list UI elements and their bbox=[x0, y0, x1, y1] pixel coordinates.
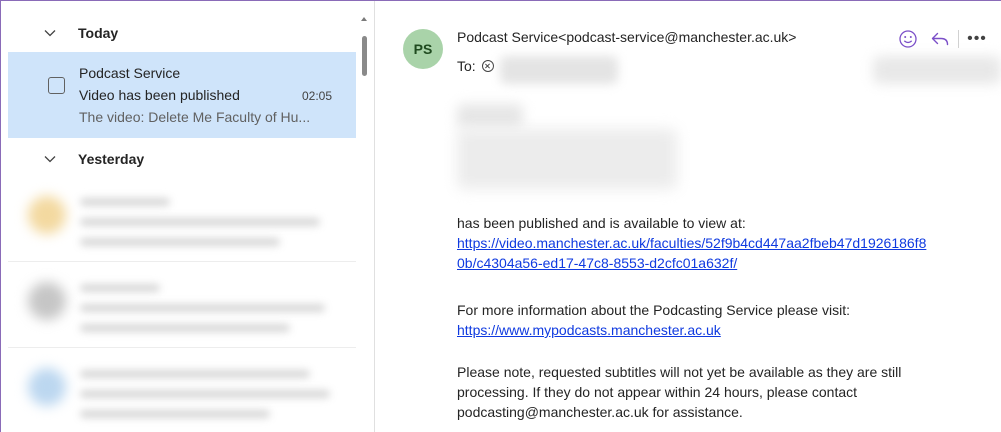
scroll-thumb[interactable] bbox=[362, 36, 367, 76]
message-sender: Podcast Service bbox=[79, 65, 181, 81]
info-text: For more information about the Podcastin… bbox=[457, 302, 850, 318]
message-time: 02:05 bbox=[301, 89, 332, 103]
emoji-reaction-button[interactable] bbox=[894, 25, 922, 53]
avatar bbox=[28, 196, 66, 234]
chevron-down-icon[interactable] bbox=[44, 29, 68, 37]
avatar bbox=[28, 368, 66, 406]
message-subject: Video has been published bbox=[79, 87, 240, 103]
note-text-line3: podcasting@manchester.ac.uk for assistan… bbox=[457, 404, 743, 420]
group-header-yesterday[interactable]: Yesterday bbox=[8, 139, 356, 179]
smiley-icon bbox=[899, 30, 917, 48]
podcasts-link[interactable]: https://www.mypodcasts.manchester.ac.uk bbox=[457, 320, 721, 340]
avatar bbox=[28, 282, 66, 320]
body-redacted bbox=[457, 129, 677, 189]
more-horizontal-icon: ••• bbox=[967, 30, 987, 47]
video-link[interactable]: https://video.manchester.ac.uk/faculties… bbox=[457, 233, 926, 253]
list-item-redacted[interactable] bbox=[8, 176, 356, 262]
message-list: Today Podcast Service Video has been pub… bbox=[8, 1, 356, 432]
toolbar-separator bbox=[958, 30, 959, 48]
scroll-up-arrow[interactable] bbox=[361, 17, 367, 21]
group-label: Yesterday bbox=[78, 151, 145, 167]
from-address[interactable]: Podcast Service<podcast-service@manchest… bbox=[457, 29, 797, 45]
list-item-selected[interactable]: Podcast Service Video has been published… bbox=[8, 52, 356, 138]
group-label: Today bbox=[78, 25, 119, 41]
chevron-down-icon[interactable] bbox=[44, 155, 68, 163]
list-item-redacted[interactable] bbox=[8, 348, 356, 432]
date-redacted bbox=[873, 56, 1001, 84]
list-item-redacted[interactable] bbox=[8, 262, 356, 348]
message-list-scrollbar[interactable] bbox=[356, 1, 374, 432]
reply-icon bbox=[931, 32, 949, 46]
message-actions: ••• bbox=[894, 25, 991, 53]
message-preview: The video: Delete Me Faculty of Hu... bbox=[79, 109, 311, 125]
group-header-today[interactable]: Today bbox=[8, 13, 356, 53]
to-line: To: bbox=[457, 58, 494, 74]
to-label: To: bbox=[457, 58, 476, 74]
body-redacted bbox=[457, 104, 523, 128]
sender-avatar[interactable]: PS bbox=[403, 29, 443, 69]
video-link-continued[interactable]: 0b/c4304a56-ed17-47c8-8553-d2cfc01a632f/ bbox=[457, 253, 737, 273]
more-actions-button[interactable]: ••• bbox=[963, 25, 991, 53]
published-text: has been published and is available to v… bbox=[457, 215, 746, 231]
recipient-redacted bbox=[500, 56, 618, 84]
note-text-line1: Please note, requested subtitles will no… bbox=[457, 364, 902, 380]
reply-button[interactable] bbox=[926, 25, 954, 53]
close-circle-icon[interactable] bbox=[481, 60, 494, 72]
reading-pane: PS Podcast Service<podcast-service@manch… bbox=[375, 1, 1001, 432]
note-text-line2: processing. If they do not appear within… bbox=[457, 384, 858, 400]
select-checkbox[interactable] bbox=[48, 77, 65, 94]
